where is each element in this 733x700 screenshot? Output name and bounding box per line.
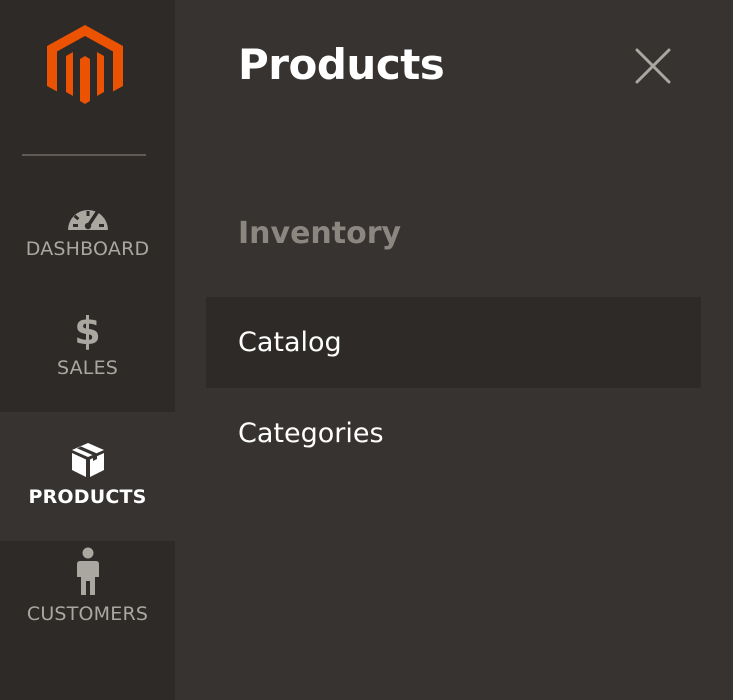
box-icon xyxy=(68,440,108,480)
nav-label-products: PRODUCTS xyxy=(28,486,147,508)
nav-item-customers[interactable]: CUSTOMERS xyxy=(0,541,175,670)
close-button[interactable] xyxy=(633,46,673,86)
submenu-item-categories[interactable]: Categories xyxy=(206,388,701,479)
submenu-item-catalog[interactable]: Catalog xyxy=(206,297,701,388)
nav-label-customers: CUSTOMERS xyxy=(26,603,149,625)
nav-item-dashboard[interactable]: DASHBOARD xyxy=(0,182,175,311)
speedometer-icon xyxy=(65,192,111,232)
inventory-submenu: Catalog Categories xyxy=(206,297,701,479)
person-icon xyxy=(75,547,101,597)
products-flyout-panel: Products Inventory Catalog Categories xyxy=(175,0,733,700)
section-heading-inventory: Inventory xyxy=(238,216,402,251)
magento-logo-icon[interactable] xyxy=(47,25,123,107)
nav-divider xyxy=(22,154,146,156)
close-icon xyxy=(635,48,671,84)
dollar-glyph: $ xyxy=(74,309,101,353)
nav-label-sales: SALES xyxy=(56,357,119,379)
nav-item-products[interactable]: PRODUCTS xyxy=(0,412,175,541)
nav-label-dashboard: DASHBOARD xyxy=(25,238,150,260)
admin-shell: DASHBOARD $ SALES PRODUCTS CUSTOMERS Pro… xyxy=(0,0,733,700)
dollar-icon: $ xyxy=(74,311,100,351)
admin-sidebar: DASHBOARD $ SALES PRODUCTS CUSTOMERS xyxy=(0,0,175,700)
panel-title: Products xyxy=(238,40,445,89)
